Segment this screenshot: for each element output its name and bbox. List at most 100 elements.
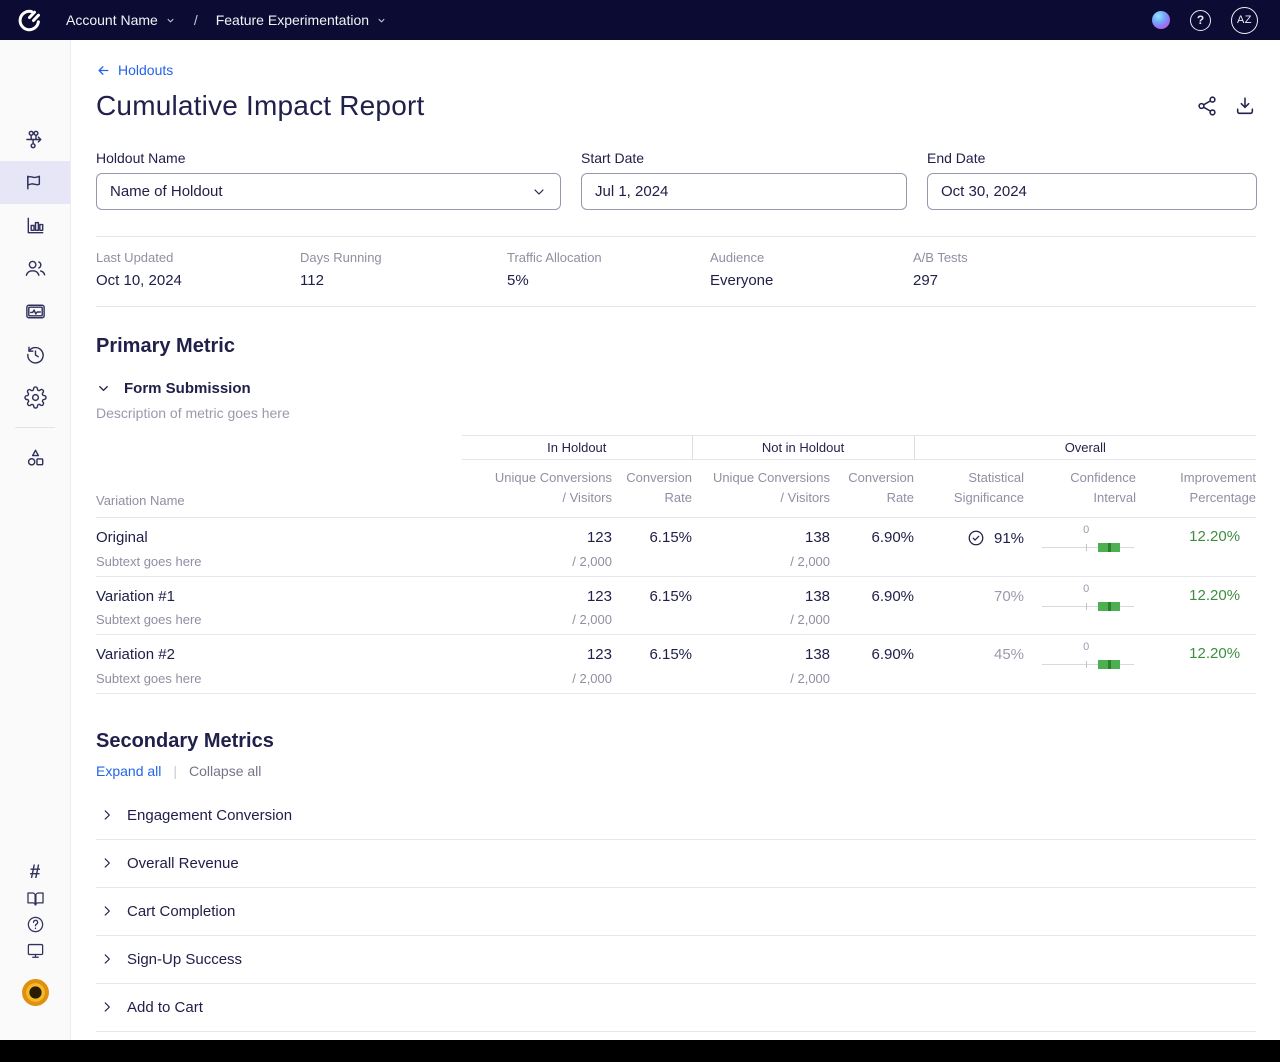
optimizely-logo[interactable] xyxy=(0,7,58,33)
col-conversion-rate-not: ConversionRate xyxy=(830,460,914,518)
back-to-holdouts-link[interactable]: Holdouts xyxy=(96,62,173,78)
primary-metric-heading: Primary Metric xyxy=(96,335,1256,358)
secondary-metrics-heading: Secondary Metrics xyxy=(96,730,1256,753)
sidebar-item-components[interactable] xyxy=(0,436,70,479)
meta-ab-tests: A/B Tests 297 xyxy=(913,250,968,289)
holdout-name-field: Holdout Name Name of Holdout xyxy=(96,150,561,210)
sidebar-item-flags[interactable] xyxy=(0,161,70,204)
col-statistical-significance: StatisticalSignificance xyxy=(914,460,1024,518)
sidebar-item-settings[interactable] xyxy=(0,376,70,419)
improvement-cell: 12.20% xyxy=(1136,576,1256,635)
secondary-metrics-list: Engagement Conversion Overall Revenue Ca… xyxy=(96,792,1256,1040)
variation-name-cell: Variation #2 Subtext goes here xyxy=(96,635,462,694)
in-holdout-rate-cell: 6.15% xyxy=(612,635,692,694)
in-holdout-rate-cell: 6.15% xyxy=(612,576,692,635)
top-navbar: Account Name / Feature Experimentation ?… xyxy=(0,0,1280,40)
ci-zero-tick xyxy=(1086,603,1087,610)
col-variation-name: Variation Name xyxy=(96,460,462,518)
share-icon[interactable] xyxy=(1196,95,1218,117)
primary-metric-name: Form Submission xyxy=(124,380,251,397)
group-header-in-holdout: In Holdout xyxy=(462,436,692,460)
docs-book-icon xyxy=(26,889,45,908)
not-in-holdout-rate-cell: 6.90% xyxy=(830,518,914,577)
not-in-holdout-rate-cell: 6.90% xyxy=(830,635,914,694)
secondary-metric-sign-up-success[interactable]: Sign-Up Success xyxy=(96,936,1256,984)
meta-last-updated: Last Updated Oct 10, 2024 xyxy=(96,250,300,289)
start-date-input[interactable]: Jul 1, 2024 xyxy=(581,173,907,210)
holdout-meta: Last Updated Oct 10, 2024 Days Running 1… xyxy=(96,237,1256,306)
desktop-icon xyxy=(26,941,45,960)
primary-metric-expander[interactable]: Form Submission xyxy=(96,380,251,397)
account-name-label: Account Name xyxy=(66,12,158,28)
end-date-input[interactable]: Oct 30, 2024 xyxy=(927,173,1257,210)
secondary-metric-engagement-conversion[interactable]: Engagement Conversion xyxy=(96,792,1256,840)
variation-name-cell: Variation #1 Subtext goes here xyxy=(96,576,462,635)
improvement-cell: 12.20% xyxy=(1136,635,1256,694)
breadcrumb-account[interactable]: Account Name xyxy=(66,12,176,28)
flag-icon xyxy=(24,171,47,194)
sidebar-item-reports[interactable] xyxy=(0,204,70,247)
ci-zero-label: 0 xyxy=(1083,524,1089,536)
col-conversion-rate-in: ConversionRate xyxy=(612,460,692,518)
meta-audience: Audience Everyone xyxy=(710,250,913,289)
in-holdout-conversions-cell: 123 / 2,000 xyxy=(462,518,612,577)
confidence-interval-cell: 0 xyxy=(1024,635,1136,694)
chevron-right-icon xyxy=(100,1000,114,1014)
sidebar-item-desktop[interactable] xyxy=(26,939,45,961)
ci-axis xyxy=(1042,547,1134,548)
sidebar-item-docs[interactable] xyxy=(26,887,45,909)
sidebar-item-history[interactable] xyxy=(0,333,70,376)
not-in-holdout-rate-cell: 6.90% xyxy=(830,576,914,635)
bar-chart-icon xyxy=(24,214,47,237)
ci-range-box xyxy=(1098,543,1120,552)
app-window: Account Name / Feature Experimentation ?… xyxy=(0,0,1280,1062)
table-column-header-row: Variation Name Unique Conversions/ Visit… xyxy=(96,460,1256,518)
col-improvement-percentage: ImprovementPercentage xyxy=(1136,460,1256,518)
sidebar-item-flow[interactable] xyxy=(0,118,70,161)
back-link-label: Holdouts xyxy=(118,62,173,78)
ci-range-box xyxy=(1098,602,1120,611)
download-icon[interactable] xyxy=(1234,95,1256,117)
ci-axis xyxy=(1042,606,1134,607)
col-confidence-interval: ConfidenceInterval xyxy=(1024,460,1136,518)
check-circle-icon xyxy=(967,529,985,547)
arrow-left-icon xyxy=(96,63,111,78)
history-clock-icon xyxy=(24,343,47,366)
secondary-metric-loyalty-program[interactable]: Loyalty Program Enrollment xyxy=(96,1032,1256,1040)
navbar-actions: ? AZ xyxy=(1152,7,1280,34)
sidebar-item-hash[interactable]: # xyxy=(30,861,41,883)
ai-orb-icon[interactable] xyxy=(1152,11,1170,29)
secondary-metric-cart-completion[interactable]: Cart Completion xyxy=(96,888,1256,936)
sunflower-avatar[interactable] xyxy=(22,979,49,1006)
audiences-people-icon xyxy=(24,257,47,280)
sidebar-item-help[interactable] xyxy=(26,913,45,935)
secondary-metric-add-to-cart[interactable]: Add to Cart xyxy=(96,984,1256,1032)
chevron-right-icon xyxy=(100,904,114,918)
bottom-black-bar xyxy=(0,1040,1280,1062)
confidence-interval-cell: 0 xyxy=(1024,576,1136,635)
expand-all-link[interactable]: Expand all xyxy=(96,763,161,779)
col-unique-conversions-in: Unique Conversions/ Visitors xyxy=(462,460,612,518)
holdout-name-select[interactable]: Name of Holdout xyxy=(96,173,561,210)
secondary-metric-overall-revenue[interactable]: Overall Revenue xyxy=(96,840,1256,888)
breadcrumb: Account Name / Feature Experimentation xyxy=(66,12,387,28)
end-date-label: End Date xyxy=(927,150,1257,166)
divider xyxy=(96,306,1256,307)
table-row-original: Original Subtext goes here 123 / 2,000 6… xyxy=(96,518,1256,577)
chevron-down-icon xyxy=(165,15,176,26)
user-avatar[interactable]: AZ xyxy=(1231,7,1258,34)
ci-range-box xyxy=(1098,660,1120,669)
ci-zero-tick xyxy=(1086,661,1087,668)
significance-cell: 91% xyxy=(914,518,1024,577)
breadcrumb-product[interactable]: Feature Experimentation xyxy=(216,12,387,28)
help-icon[interactable]: ? xyxy=(1190,10,1211,31)
meta-days-running: Days Running 112 xyxy=(300,250,507,289)
sidebar-item-audiences[interactable] xyxy=(0,247,70,290)
ci-zero-label: 0 xyxy=(1083,641,1089,653)
ci-axis xyxy=(1042,664,1134,665)
main-content: Holdouts Cumulative Impact Report Holdou… xyxy=(72,40,1280,1040)
collapse-all-link[interactable]: Collapse all xyxy=(189,763,261,779)
improvement-cell: 12.20% xyxy=(1136,518,1256,577)
start-date-field: Start Date Jul 1, 2024 xyxy=(581,150,907,210)
sidebar-item-events[interactable] xyxy=(0,290,70,333)
